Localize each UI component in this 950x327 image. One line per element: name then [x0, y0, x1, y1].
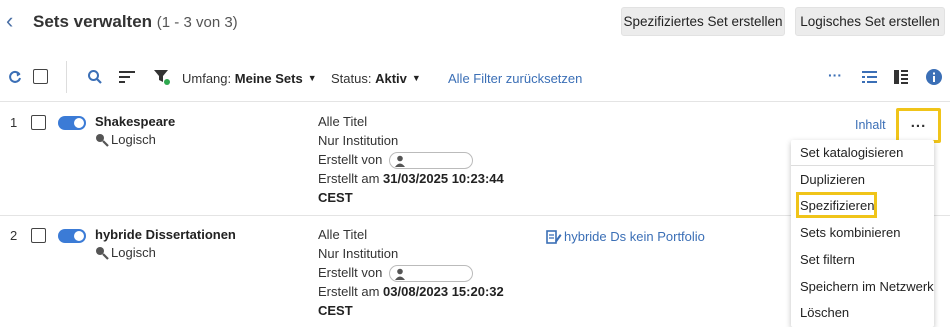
logical-search-icon	[95, 133, 111, 147]
list-view-icon[interactable]	[862, 71, 877, 83]
user-icon	[394, 155, 405, 167]
toolbar-divider-line	[0, 101, 950, 102]
created-at-value: 31/03/2025 10:23:44	[383, 171, 504, 187]
highlight-frame	[796, 192, 877, 218]
set-details: Alle Titel Nur Institution Erstellt von …	[318, 225, 504, 320]
created-at: Erstellt am 31/03/2025 10:23:44	[318, 169, 504, 188]
create-specified-set-button[interactable]: Spezifiziertes Set erstellen	[621, 7, 785, 36]
user-pill	[388, 265, 473, 283]
set-type-label: Logisch	[111, 245, 156, 260]
row-actions-menu: Set katalogisieren Duplizieren Spezifizi…	[791, 140, 934, 327]
back-icon[interactable]: ‹	[6, 10, 24, 32]
search-icon[interactable]	[87, 69, 103, 85]
row-checkbox[interactable]	[31, 228, 46, 243]
select-all-checkbox[interactable]	[33, 69, 48, 84]
page-title-text: Sets verwalten	[33, 12, 153, 31]
row-checkbox[interactable]	[31, 115, 46, 130]
status-filter[interactable]: Status: Aktiv ▼	[331, 66, 421, 90]
reset-filters-link[interactable]: Alle Filter zurücksetzen	[448, 66, 582, 90]
scope-value: Meine Sets	[234, 70, 303, 86]
set-name-link[interactable]: hybride Dissertationen	[95, 227, 236, 242]
content-type: Alle Titel	[318, 227, 368, 242]
created-by-label: Erstellt von	[318, 265, 383, 280]
create-logical-set-button[interactable]: Logisches Set erstellen	[795, 7, 945, 36]
row-number: 2	[10, 228, 18, 243]
refresh-icon[interactable]	[8, 69, 22, 85]
status-value: Aktiv	[375, 70, 407, 86]
scope-label: Umfang:	[182, 70, 232, 86]
more-options-icon[interactable]: ···	[828, 68, 842, 84]
set-type: Logisch	[95, 132, 156, 147]
menu-item-save-network[interactable]: Speichern im Netzwerk	[791, 273, 934, 299]
chevron-down-icon: ▼	[307, 73, 317, 83]
created-by: Erstellt von	[318, 263, 504, 283]
menu-item-catalog-set[interactable]: Set katalogisieren	[791, 140, 934, 166]
scope: Nur Institution	[318, 246, 399, 261]
created-at: Erstellt am 03/08/2023 15:20:32	[318, 282, 504, 301]
created-at-label: Erstellt am	[318, 284, 380, 300]
menu-item-combine-sets[interactable]: Sets kombinieren	[791, 219, 934, 245]
linked-set-link[interactable]: hybride Ds kein Portfolio	[546, 229, 705, 244]
chevron-down-icon: ▼	[411, 73, 421, 83]
edit-document-icon	[546, 229, 564, 244]
columns-icon[interactable]	[894, 70, 908, 84]
scope: Nur Institution	[318, 133, 399, 148]
set-type: Logisch	[95, 245, 156, 260]
timezone: CEST	[318, 303, 353, 319]
sort-icon[interactable]	[119, 70, 135, 84]
created-at-label: Erstellt am	[318, 171, 380, 187]
menu-item-duplicate[interactable]: Duplizieren	[791, 166, 934, 192]
set-details: Alle Titel Nur Institution Erstellt von …	[318, 112, 504, 207]
result-count: (1 - 3 von 3)	[156, 14, 238, 31]
menu-item-filter-set[interactable]: Set filtern	[791, 246, 934, 272]
scope-filter[interactable]: Umfang: Meine Sets ▼	[182, 66, 317, 90]
active-toggle[interactable]	[58, 116, 86, 130]
logical-search-icon	[95, 246, 111, 260]
user-pill	[388, 152, 473, 170]
page-title: Sets verwalten (1 - 3 von 3)	[33, 12, 238, 32]
set-name-link[interactable]: Shakespeare	[95, 114, 175, 129]
row-number: 1	[10, 115, 18, 130]
created-by: Erstellt von	[318, 150, 504, 170]
row-actions-button[interactable]: ...	[896, 108, 941, 143]
filter-icon[interactable]	[153, 69, 171, 86]
linked-set-label: hybride Ds kein Portfolio	[564, 229, 705, 244]
toolbar-divider	[66, 61, 67, 93]
created-at-value: 03/08/2023 15:20:32	[383, 284, 504, 300]
active-toggle[interactable]	[58, 229, 86, 243]
created-by-label: Erstellt von	[318, 152, 383, 167]
content-type: Alle Titel	[318, 114, 368, 129]
info-icon[interactable]	[926, 69, 942, 85]
status-label: Status:	[331, 70, 372, 86]
timezone: CEST	[318, 190, 353, 206]
set-type-label: Logisch	[111, 132, 156, 147]
more-horizontal-icon: ...	[910, 114, 927, 131]
menu-item-delete[interactable]: Löschen	[791, 299, 934, 325]
user-icon	[394, 268, 405, 280]
content-button[interactable]: Inhalt	[855, 118, 886, 132]
